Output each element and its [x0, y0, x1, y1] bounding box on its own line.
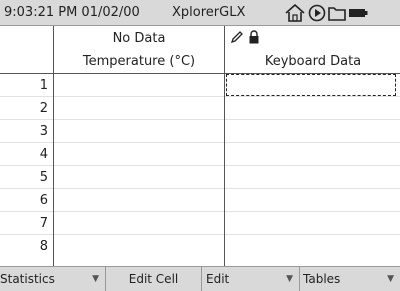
app-title: XplorerGLX [172, 5, 246, 20]
data-table: No Data Temperature (°C) Keyboard Data 1… [0, 26, 400, 266]
selected-cell[interactable] [226, 74, 396, 96]
row-number-divider [53, 26, 54, 266]
tables-button-label: Tables [303, 272, 341, 286]
row-divider [0, 165, 400, 166]
row-number: 1 [39, 78, 48, 93]
row-divider [0, 234, 400, 235]
chevron-down-icon: ▼ [286, 274, 293, 284]
row-number: 8 [39, 239, 48, 254]
row-divider [0, 96, 400, 97]
chevron-down-icon: ▼ [92, 274, 99, 284]
row-divider [0, 142, 400, 143]
pencil-icon [230, 29, 244, 48]
row-number: 4 [39, 147, 48, 162]
status-icons [284, 3, 368, 23]
statistics-button[interactable]: Statistics ▼ [0, 267, 106, 291]
status-bar: 9:03:21 PM 01/02/00 XplorerGLX [0, 0, 400, 26]
row-divider [0, 188, 400, 189]
lock-icon [248, 29, 260, 48]
edit-cell-button[interactable]: Edit Cell [106, 267, 202, 291]
column-2-header[interactable]: Keyboard Data [226, 54, 400, 69]
tables-button[interactable]: Tables ▼ [300, 267, 400, 291]
row-number: 7 [39, 216, 48, 231]
home-icon[interactable] [284, 4, 306, 22]
row-number: 5 [39, 170, 48, 185]
row-number: 6 [39, 193, 48, 208]
play-icon[interactable] [308, 4, 326, 22]
column-2-status-icons [230, 29, 260, 48]
column-1-header[interactable]: Temperature (°C) [54, 54, 224, 69]
battery-icon [348, 7, 368, 19]
folder-icon[interactable] [328, 5, 346, 21]
column-divider [224, 26, 225, 266]
chevron-down-icon: ▼ [387, 274, 394, 284]
row-number: 2 [39, 101, 48, 116]
row-divider [0, 211, 400, 212]
edit-button[interactable]: Edit ▼ [202, 267, 300, 291]
row-divider [0, 119, 400, 120]
edit-cell-button-label: Edit Cell [128, 272, 179, 286]
column-1-status: No Data [112, 31, 166, 46]
softkey-toolbar: Statistics ▼ Edit Cell Edit ▼ Tables ▼ [0, 266, 400, 291]
row-number: 3 [39, 124, 48, 139]
time-date: 9:03:21 PM 01/02/00 [4, 5, 140, 20]
statistics-button-label: Statistics [0, 272, 55, 286]
edit-button-label: Edit [206, 272, 230, 286]
